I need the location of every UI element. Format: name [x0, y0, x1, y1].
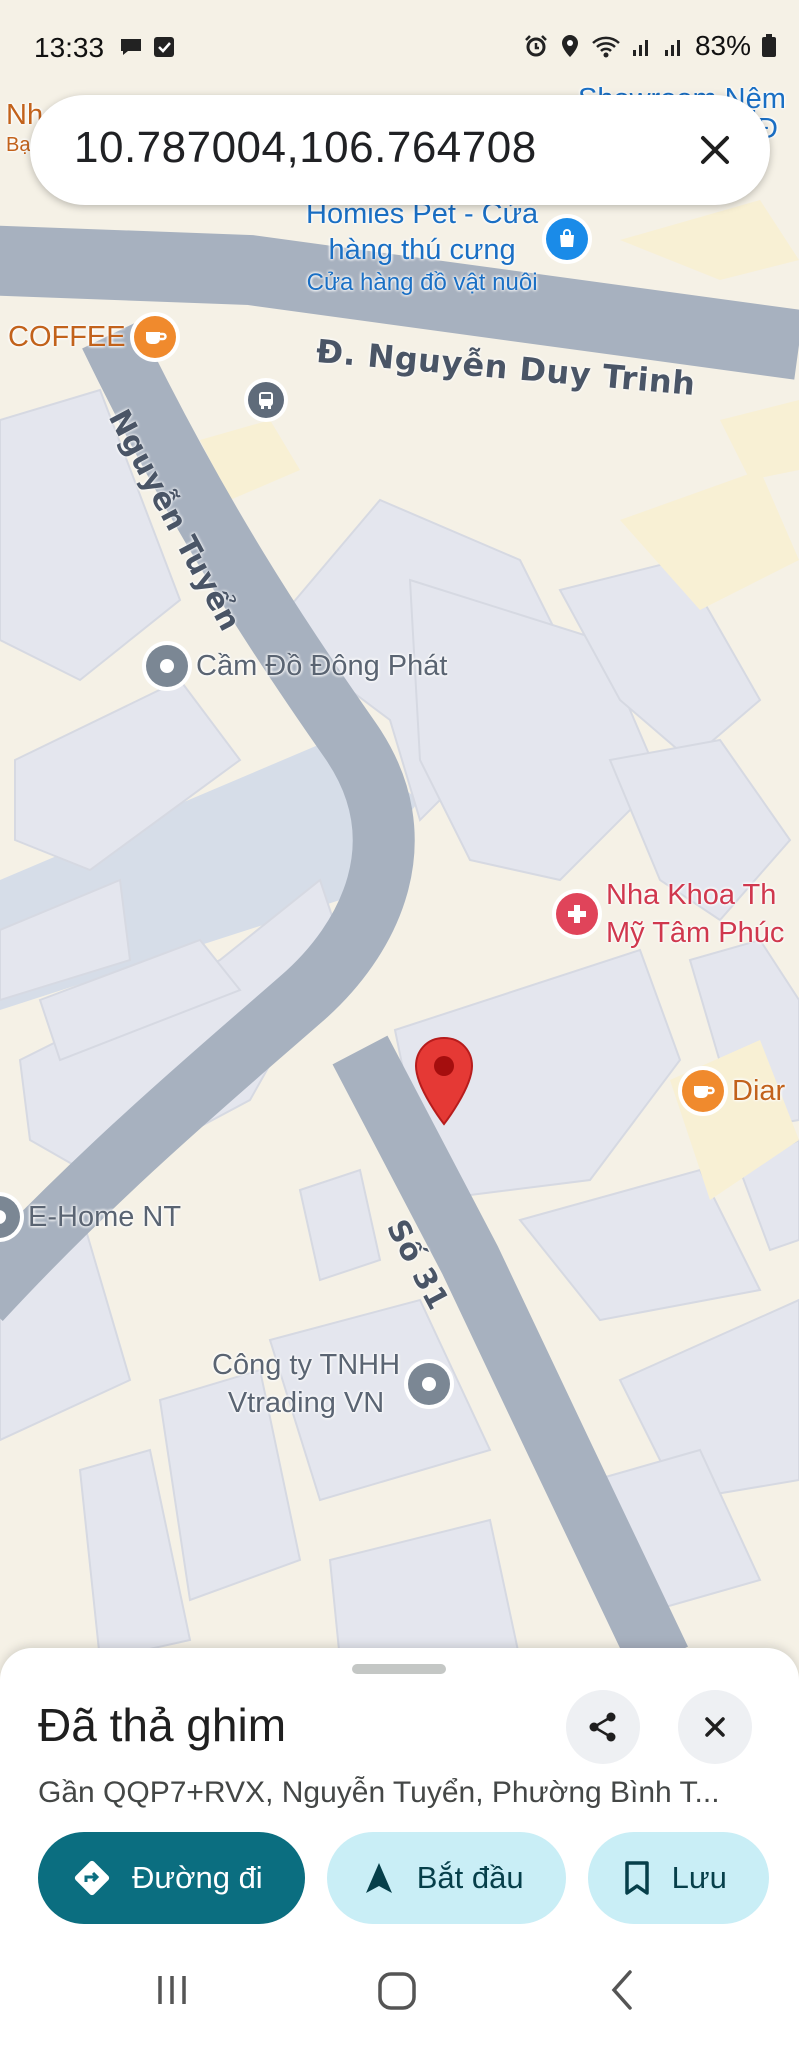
poi-e-home-nt[interactable]: E-Home NT — [0, 1196, 181, 1238]
location-icon — [561, 35, 578, 57]
battery-percent: 83% — [694, 30, 751, 61]
back-icon[interactable] — [606, 1968, 640, 2012]
poi-sub: Bạ — [6, 134, 31, 156]
home-icon[interactable] — [376, 1970, 418, 2012]
close-icon[interactable] — [690, 125, 740, 175]
dropped-pin-marker[interactable] — [412, 1036, 476, 1126]
shopping-bag-icon — [546, 218, 589, 260]
status-bar: 13:33 83% — [0, 0, 799, 90]
poi-cafe-diar[interactable]: Diar — [682, 1070, 785, 1112]
sheet-drag-handle[interactable] — [352, 1664, 446, 1674]
signal-icon — [632, 40, 648, 56]
poi-nha-khoa[interactable]: Nha Khoa Th Mỹ Tâm Phúc — [556, 876, 784, 952]
bus-stop-icon[interactable] — [248, 382, 284, 418]
start-label: Bắt đầu — [416, 1860, 524, 1895]
map-view[interactable]: Đ. Nguyễn Duy Trinh Nguyễn Tuyển Số 31 C… — [0, 0, 799, 1660]
place-address: Gần QQP7+RVX, Nguyễn Tuyển, Phường Bình … — [38, 1776, 720, 1809]
directions-button[interactable]: Đường đi — [38, 1832, 305, 1924]
poi-cong-ty-vtrading[interactable]: Công ty TNHH Vtrading VN — [212, 1346, 451, 1422]
poi-label: Cầm Đồ Đông Phát — [196, 649, 448, 682]
poi-label: Nha Khoa Th Mỹ Tâm Phúc — [606, 879, 785, 949]
directions-label: Đường đi — [132, 1860, 263, 1895]
status-time: 13:33 — [34, 32, 105, 63]
poi-label: Công ty TNHH Vtrading VN — [212, 1349, 401, 1419]
poi-cam-do-dong-phat[interactable]: Cầm Đồ Đông Phát — [146, 645, 447, 687]
wifi-icon — [592, 36, 620, 58]
close-sheet-button[interactable] — [678, 1690, 752, 1764]
signal-icon — [664, 40, 680, 56]
share-icon — [589, 1712, 616, 1742]
directions-icon — [74, 1860, 110, 1896]
dental-cross-icon — [556, 893, 598, 935]
system-nav-bar — [0, 1940, 799, 2048]
map-pin-icon — [414, 1036, 474, 1126]
coffee-cup-icon — [682, 1070, 724, 1112]
close-icon — [705, 1717, 725, 1737]
alarm-icon — [525, 35, 547, 57]
battery-icon — [762, 34, 776, 57]
recent-apps-icon[interactable] — [152, 1970, 192, 2010]
search-query[interactable]: 10.787004,106.764708 — [74, 123, 537, 173]
search-bar[interactable]: 10.787004,106.764708 — [30, 95, 770, 205]
poi-label: E-Home NT — [28, 1200, 182, 1233]
poi-pin-icon — [408, 1363, 451, 1405]
chat-bubble-icon — [121, 39, 141, 55]
poi-homies-pet[interactable]: Homies Pet - Cửa hàng thú cưng Cửa hàng … — [306, 196, 589, 298]
poi-label: Homies Pet - Cửa hàng thú cưng Cửa hàng … — [306, 198, 539, 296]
share-button[interactable] — [566, 1690, 640, 1764]
poi-pin-icon — [146, 645, 188, 687]
poi-coffee[interactable]: COFFEE — [8, 316, 176, 358]
save-button[interactable]: Lưu — [587, 1832, 769, 1924]
coffee-cup-icon — [133, 316, 176, 358]
navigation-arrow-icon — [365, 1863, 392, 1893]
start-button[interactable]: Bắt đầu — [326, 1832, 566, 1924]
checkbox-notification-icon — [154, 37, 174, 57]
poi-label: COFFEE — [8, 320, 126, 353]
poi-label: Diar — [732, 1074, 786, 1107]
place-title: Đã thả ghim — [38, 1699, 287, 1751]
save-label: Lưu — [671, 1860, 727, 1895]
bookmark-icon — [624, 1861, 649, 1895]
poi-pin-icon — [0, 1196, 20, 1238]
